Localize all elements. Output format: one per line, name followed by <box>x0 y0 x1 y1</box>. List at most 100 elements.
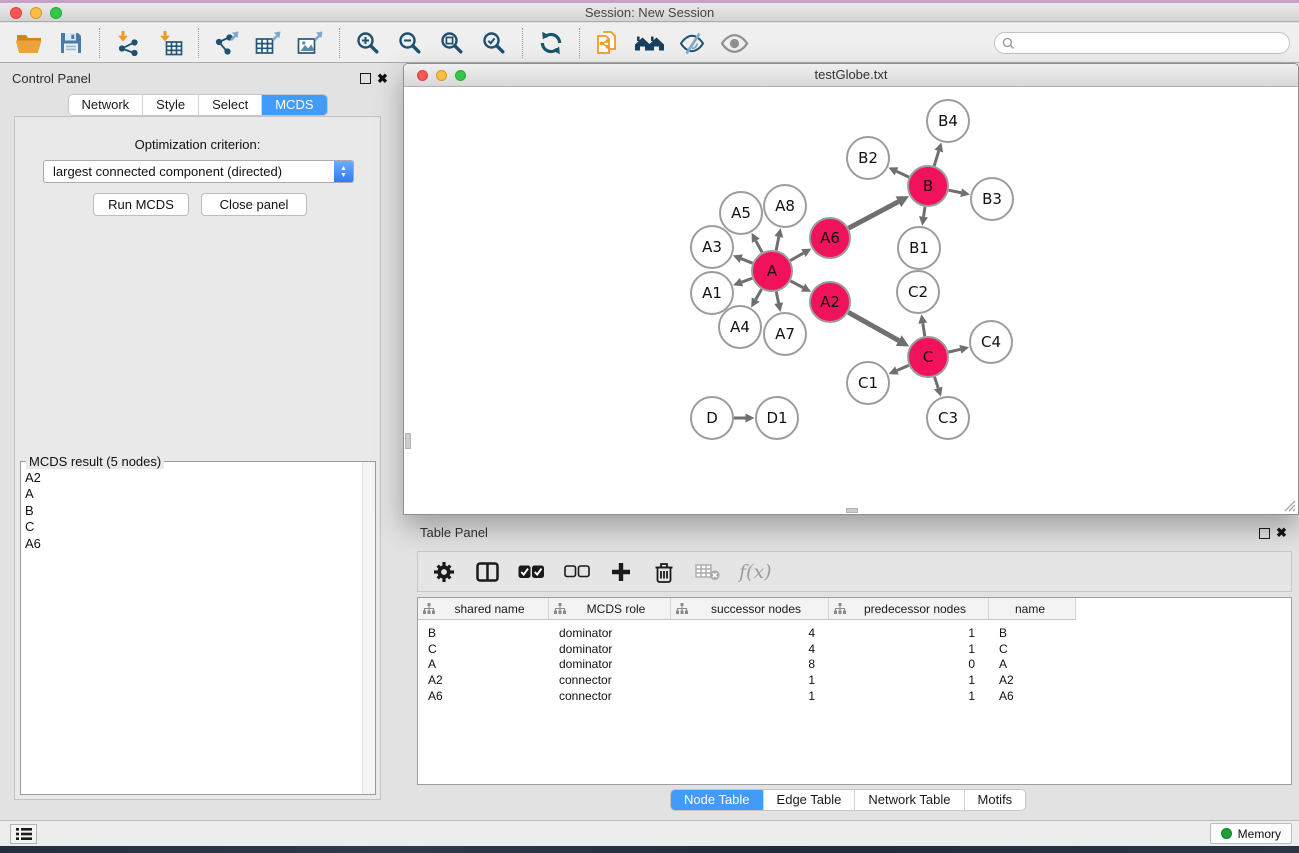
graph-node-B4[interactable]: B4 <box>927 100 969 142</box>
criterion-select[interactable]: largest connected component (directed) ▲… <box>43 160 354 183</box>
column-header-shared-name[interactable]: shared name <box>418 598 549 620</box>
close-table-panel-icon[interactable]: ✖ <box>1276 526 1287 540</box>
table-cell: dominator <box>549 642 671 656</box>
table-row[interactable]: A2connector11A2 <box>418 672 1291 688</box>
select-all-checkboxes-button[interactable] <box>518 565 545 579</box>
graph-node-C4[interactable]: C4 <box>970 321 1012 363</box>
zoom-network-window-button[interactable] <box>455 70 466 81</box>
graph-node-A1[interactable]: A1 <box>691 272 733 314</box>
close-panel-icon[interactable]: ✖ <box>377 72 388 86</box>
graph-node-A[interactable]: A <box>752 251 792 291</box>
svg-text:C2: C2 <box>908 283 928 301</box>
graph-node-A2[interactable]: A2 <box>810 282 850 322</box>
import-table-button[interactable] <box>149 25 191 61</box>
tab-select[interactable]: Select <box>198 95 261 115</box>
table-cell: 1 <box>671 673 829 687</box>
graph-edge-C-C3 <box>934 377 943 397</box>
network-horizontal-scrollbar[interactable] <box>846 508 858 513</box>
create-network-from-file-button[interactable] <box>587 25 629 61</box>
graph-node-A3[interactable]: A3 <box>691 226 733 268</box>
float-panel-icon[interactable] <box>360 73 371 84</box>
export-network-button[interactable] <box>206 25 248 61</box>
desktop-strip-bottom <box>0 846 1299 853</box>
deselect-all-checkboxes-button[interactable] <box>564 565 590 578</box>
tab-network[interactable]: Network <box>68 95 142 115</box>
close-panel-button[interactable]: Close panel <box>201 193 307 216</box>
tab-style[interactable]: Style <box>142 95 198 115</box>
float-table-panel-icon[interactable] <box>1259 528 1270 539</box>
hide-selected-button[interactable] <box>671 25 713 61</box>
result-scrollbar[interactable] <box>362 462 375 794</box>
table-row[interactable]: A6connector11A6 <box>418 688 1291 704</box>
graph-node-D1[interactable]: D1 <box>756 397 798 439</box>
graph-node-A7[interactable]: A7 <box>764 313 806 355</box>
tab-edge-table[interactable]: Edge Table <box>763 790 855 810</box>
zoom-selected-button[interactable] <box>473 25 515 61</box>
tab-motifs[interactable]: Motifs <box>964 790 1026 810</box>
home-button[interactable] <box>629 25 671 61</box>
open-session-button[interactable] <box>8 25 50 61</box>
import-network-button[interactable] <box>107 25 149 61</box>
graph-node-B1[interactable]: B1 <box>898 227 940 269</box>
mcds-result-item[interactable]: A6 <box>25 536 361 552</box>
table-row[interactable]: Cdominator41C <box>418 641 1291 657</box>
column-header-predecessor-nodes[interactable]: predecessor nodes <box>829 598 989 620</box>
criterion-selected-value: largest connected component (directed) <box>53 161 282 182</box>
minimize-network-window-button[interactable] <box>436 70 447 81</box>
graph-node-B2[interactable]: B2 <box>847 137 889 179</box>
zoom-fit-button[interactable] <box>431 25 473 61</box>
table-row[interactable]: Adominator80A <box>418 657 1291 673</box>
zoom-window-button[interactable] <box>50 7 62 19</box>
graph-node-A4[interactable]: A4 <box>719 306 761 348</box>
graph-node-C[interactable]: C <box>908 337 948 377</box>
refresh-button[interactable] <box>530 25 572 61</box>
mcds-result-item[interactable]: A <box>25 486 361 502</box>
graph-node-A8[interactable]: A8 <box>764 185 806 227</box>
column-header-name[interactable]: name <box>989 598 1076 620</box>
network-canvas[interactable]: B4 B2 B B3 A8A5 A6 A3 B1 A C2 A1 A2 A4 A7 C4 C C1 C3 D D1 <box>405 88 1297 513</box>
add-column-button[interactable] <box>609 562 633 582</box>
table-row[interactable]: Bdominator41B <box>418 625 1291 641</box>
tab-mcds[interactable]: MCDS <box>261 95 326 115</box>
resize-grip-icon[interactable] <box>1280 496 1296 512</box>
memory-button[interactable]: Memory <box>1210 823 1292 844</box>
show-all-eye-button[interactable] <box>713 25 755 61</box>
graph-node-C2[interactable]: C2 <box>897 271 939 313</box>
run-mcds-button[interactable]: Run MCDS <box>93 193 189 216</box>
mcds-result-item[interactable]: B <box>25 503 361 519</box>
task-history-button[interactable] <box>10 824 37 844</box>
mcds-result-item[interactable]: C <box>25 519 361 535</box>
save-session-button[interactable] <box>50 25 92 61</box>
column-settings-gear-button[interactable] <box>432 561 456 583</box>
graph-node-C1[interactable]: C1 <box>847 362 889 404</box>
column-header-label: name <box>989 602 1075 616</box>
zoom-out-button[interactable] <box>389 25 431 61</box>
close-network-window-button[interactable] <box>417 70 428 81</box>
graph-node-B[interactable]: B <box>908 166 948 206</box>
svg-text:A7: A7 <box>775 325 795 343</box>
graph-node-A5[interactable]: A5 <box>720 192 762 234</box>
search-box[interactable] <box>994 32 1290 54</box>
column-header-successor-nodes[interactable]: successor nodes <box>671 598 829 620</box>
export-image-button[interactable] <box>290 25 332 61</box>
export-table-button[interactable] <box>248 25 290 61</box>
minimize-window-button[interactable] <box>30 7 42 19</box>
show-columns-button[interactable] <box>475 562 499 582</box>
graph-node-B3[interactable]: B3 <box>971 178 1013 220</box>
network-vertical-scrollbar[interactable] <box>405 433 411 449</box>
column-header-MCDS-role[interactable]: MCDS role <box>549 598 671 620</box>
hide-selected-icon <box>679 32 706 55</box>
tab-node-table[interactable]: Node Table <box>671 790 763 810</box>
network-window-titlebar[interactable]: testGlobe.txt <box>404 64 1298 87</box>
delete-column-button[interactable] <box>652 561 676 583</box>
mcds-result-item[interactable]: A2 <box>25 470 361 486</box>
delete-table-icon <box>695 562 720 581</box>
tab-network-table[interactable]: Network Table <box>854 790 963 810</box>
graph-node-C3[interactable]: C3 <box>927 397 969 439</box>
zoom-in-button[interactable] <box>347 25 389 61</box>
graph-node-D[interactable]: D <box>691 397 733 439</box>
graph-node-A6[interactable]: A6 <box>810 218 850 258</box>
search-input[interactable] <box>1015 34 1289 52</box>
svg-text:C4: C4 <box>981 333 1001 351</box>
close-window-button[interactable] <box>10 7 22 19</box>
